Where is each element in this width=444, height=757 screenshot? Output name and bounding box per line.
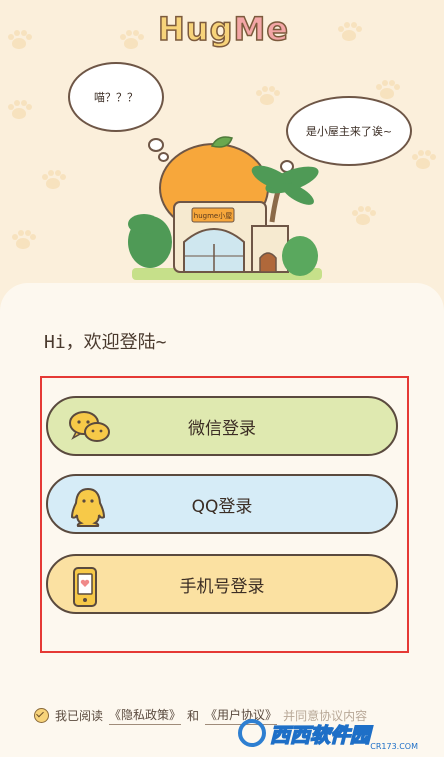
cloud-text-left: 喵？？？	[94, 91, 138, 104]
app-logo: HugMe	[157, 9, 290, 49]
logo-text-me: Me	[233, 9, 290, 49]
phone-login-label: 手机号登录	[179, 576, 265, 597]
paw-icon	[254, 86, 280, 108]
wechat-login-button[interactable]: 微信登录	[46, 396, 398, 456]
orange-house-illustration: hugme小屋	[128, 136, 322, 280]
speech-cloud-left: 喵？？？	[68, 62, 164, 132]
agreement-and: 和	[187, 709, 200, 723]
paw-icon	[10, 230, 36, 252]
qq-penguin-icon	[68, 486, 108, 533]
qq-login-label: QQ登录	[191, 496, 253, 517]
agreement-prefix: 我已阅读	[55, 709, 104, 723]
qq-login-button[interactable]: QQ登录	[46, 474, 398, 534]
logo-text-hug: Hug	[157, 9, 234, 49]
paw-icon	[410, 150, 436, 172]
wechat-icon	[68, 408, 112, 453]
wechat-login-label: 微信登录	[188, 418, 256, 439]
watermark-text: 西西软件园	[269, 722, 371, 748]
privacy-policy-link[interactable]: 《隐私政策》	[109, 706, 182, 725]
greeting-text: Hi，欢迎登陆~	[44, 332, 167, 353]
phone-icon	[68, 566, 102, 613]
paw-icon	[336, 22, 362, 44]
paw-icon	[374, 80, 400, 102]
paw-icon	[118, 30, 144, 52]
paw-icon	[6, 100, 32, 122]
site-watermark: 西西软件园 CR173.COM	[238, 715, 438, 751]
agree-checkbox[interactable]	[34, 708, 49, 723]
watermark-logo-icon	[238, 719, 266, 747]
paw-icon	[350, 206, 376, 228]
phone-login-button[interactable]: 手机号登录	[46, 554, 398, 614]
house-sign: hugme小屋	[194, 211, 232, 220]
paw-icon	[40, 170, 66, 192]
paw-icon	[6, 30, 32, 52]
watermark-url: CR173.COM	[370, 742, 418, 751]
